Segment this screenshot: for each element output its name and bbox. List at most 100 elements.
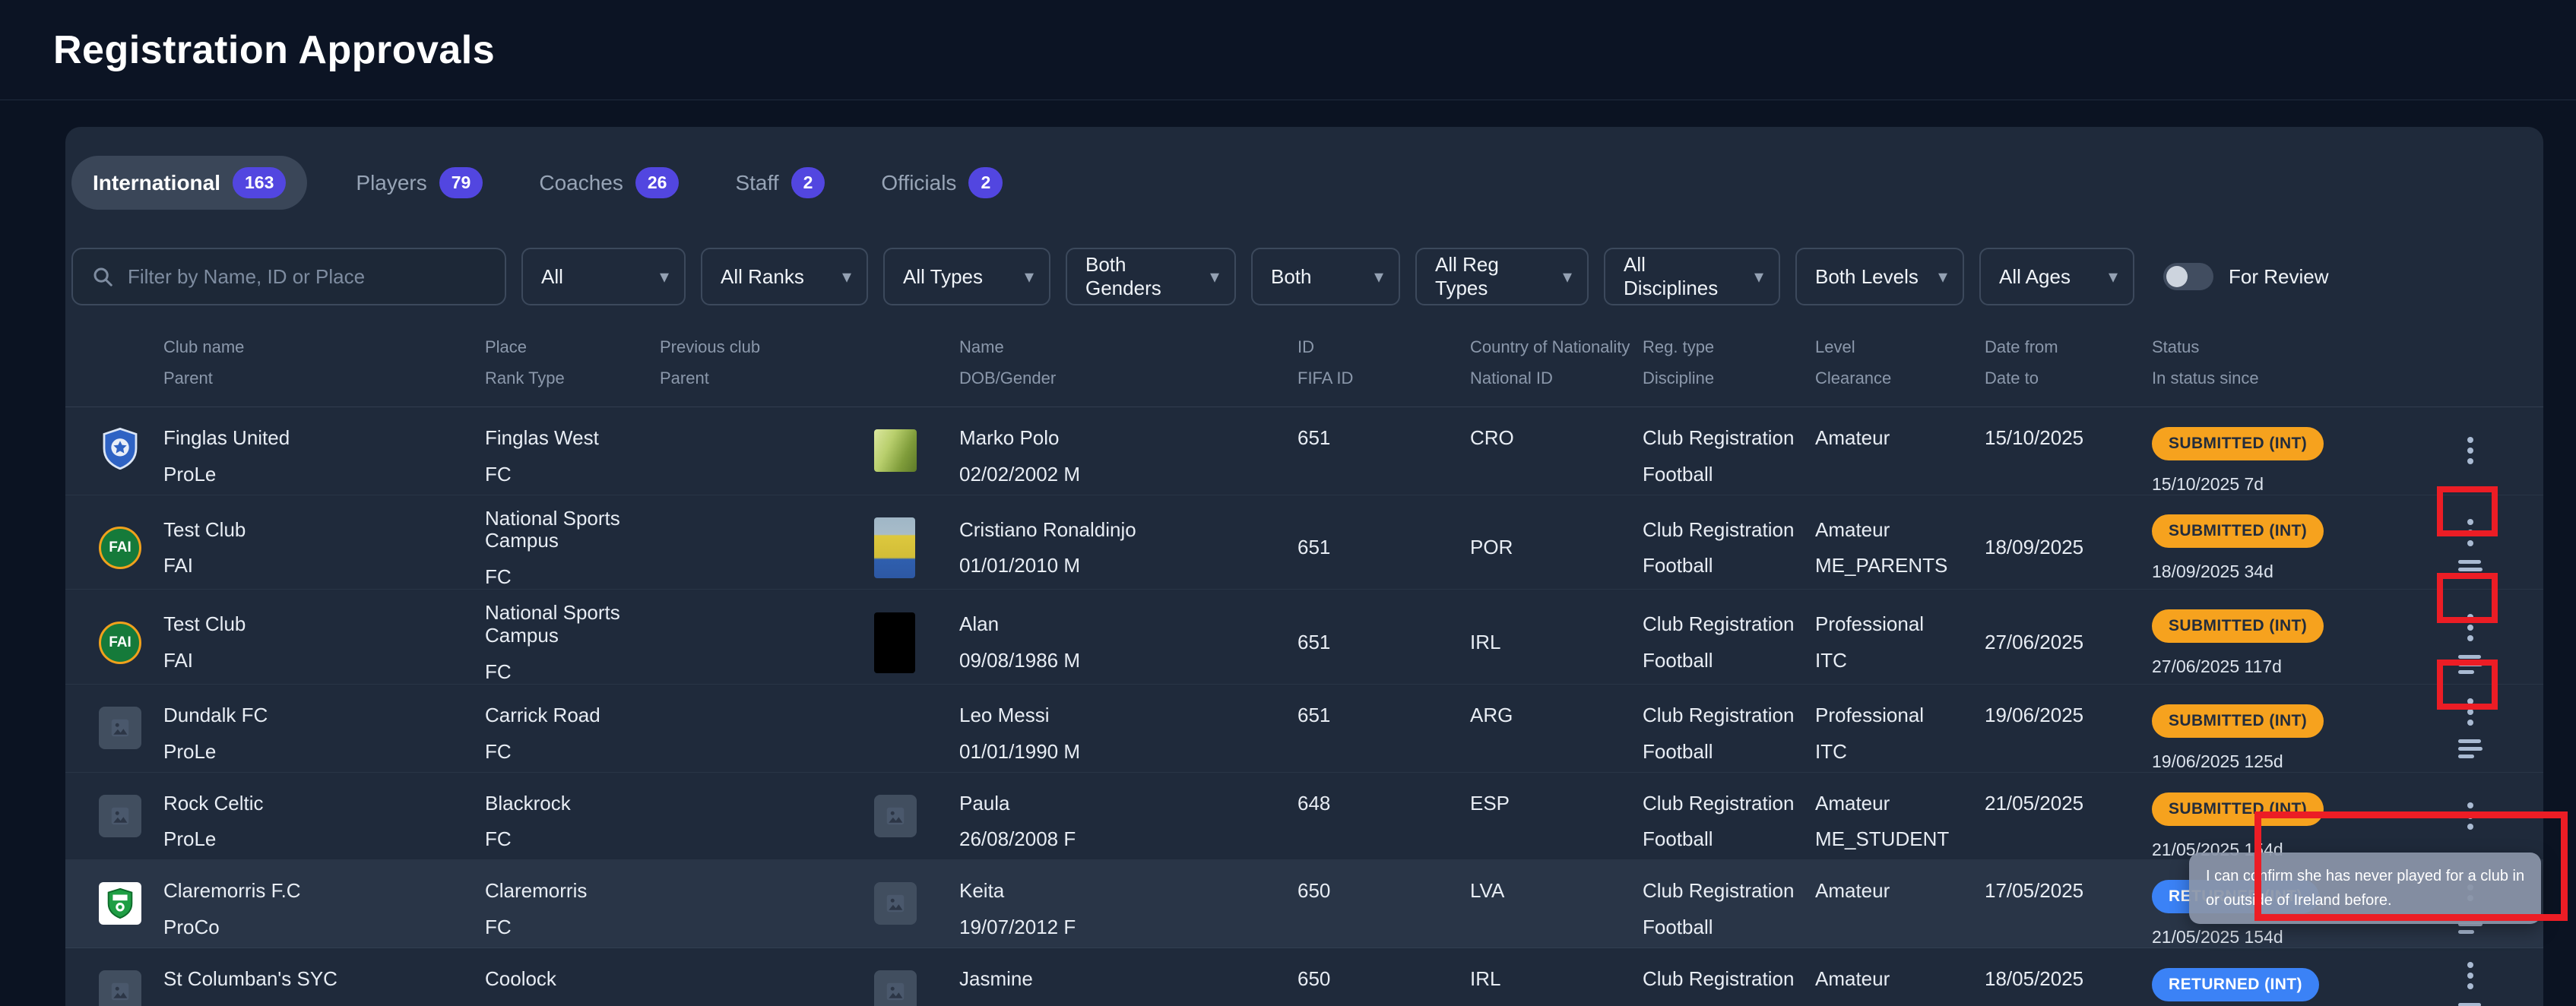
cell-place: CoolockFC [485,948,660,1006]
row-notes-icon[interactable] [2457,738,2484,760]
row-notes-icon[interactable] [2457,653,2484,675]
dropdown-value: All Ages [1999,265,2071,289]
row-notes-icon[interactable] [2457,558,2484,581]
cell-reg-type: Club RegistrationFootball [1643,773,1815,860]
status-badge: RETURNED (INT) [2152,968,2319,1001]
table-row[interactable]: Finglas UnitedProLeFinglas WestFCMarko P… [65,407,2543,495]
search-box[interactable] [71,248,506,305]
tab-staff[interactable]: Staff2 [727,156,832,210]
search-input[interactable] [128,265,486,289]
chevron-down-icon: ▾ [842,266,851,288]
cell-level-text: ITC [1815,650,1972,672]
cell-name-text: 01/01/2010 M [959,555,1285,577]
cell-level-text: Amateur [1815,519,1972,542]
cell-player-photo [874,948,959,1006]
club-logo-placeholder [99,795,141,837]
cell-dates-text: 27/06/2025 [1985,631,2140,654]
filter-dropdown-all-types[interactable]: All Types▾ [883,248,1050,305]
cell-dates-text: 19/06/2025 [1985,704,2140,727]
cell-name-text: 01/01/1990 M [959,741,1285,764]
in-status-since: 27/06/2025 117d [2152,656,2420,676]
cell-reg-type-text: Football [1643,555,1803,577]
tab-count-badge: 2 [791,167,825,198]
column-header-name: NameDOB/Gender [959,337,1298,388]
filter-dropdown-all-disciplines[interactable]: All Disciplines ▾ [1604,248,1780,305]
player-photo [874,517,915,578]
table-row[interactable]: Claremorris F.CProCoClaremorrisFCKeita19… [65,860,2543,948]
chevron-down-icon: ▾ [1754,266,1763,288]
column-header-line1: Country of Nationality [1470,337,1643,357]
row-menu-button[interactable] [2464,434,2476,467]
header-spacer [874,337,959,388]
cell-name-text: Alan [959,613,1285,636]
cell-country: IRL [1470,590,1643,684]
cell-id: 650 [1298,860,1470,947]
filter-dropdown-all-reg-types[interactable]: All Reg Types▾ [1415,248,1589,305]
cell-reg-type-text: Football [1643,463,1803,486]
tab-players[interactable]: Players79 [348,156,490,210]
row-notes-icon[interactable] [2457,1001,2484,1006]
table-row[interactable]: FAITest ClubFAINational Sports CampusFCC… [65,495,2543,590]
for-review-toggle[interactable] [2163,263,2213,290]
cell-player-photo [874,685,959,772]
row-menu-button[interactable] [2464,959,2476,992]
cell-player-photo [874,407,959,495]
cell-country-text: LVA [1470,880,1630,903]
row-menu-button[interactable] [2464,516,2476,549]
cell-country-text: IRL [1470,968,1630,991]
dropdown-value: All Disciplines [1624,253,1744,300]
chevron-down-icon: ▾ [1025,266,1034,288]
column-header-line1: Status [2152,337,2432,357]
cell-club-text: Dundalk FC [163,704,473,727]
cell-level: AmateurME_STUDENT [1815,773,1985,860]
column-header-line1: Previous club [660,337,874,357]
status-badge: SUBMITTED (INT) [2152,514,2324,548]
status-badge: SUBMITTED (INT) [2152,792,2324,826]
cell-id: 648 [1298,773,1470,860]
row-menu-button[interactable] [2464,799,2476,833]
column-header-previous-club: Previous clubParent [660,337,874,388]
column-header-id: IDFIFA ID [1298,337,1470,388]
cell-id-text: 651 [1298,631,1458,654]
table-row[interactable]: St Columban's SYCProLeCoolockFCJasmine01… [65,948,2543,1006]
column-header-line2: DOB/Gender [959,369,1298,388]
cell-place: Finglas WestFC [485,407,660,495]
filter-dropdown-both[interactable]: Both▾ [1251,248,1400,305]
cell-reg-type-text: Club Registration [1643,613,1803,636]
cell-reg-type-text: Football [1643,741,1803,764]
row-menu-button[interactable] [2464,695,2476,729]
cell-country-text: ARG [1470,704,1630,727]
column-header-reg-type: Reg. typeDiscipline [1643,337,1815,388]
cell-club-text: Finglas United [163,427,473,450]
cell-place-text: FC [485,463,648,486]
table-row[interactable]: FAITest ClubFAINational Sports CampusFCA… [65,590,2543,685]
filter-dropdown-all[interactable]: All▾ [521,248,686,305]
table-row[interactable]: Rock CelticProLeBlackrockFCPaula26/08/20… [65,773,2543,861]
cell-actions [2432,407,2508,495]
cell-country-text: ESP [1470,792,1630,815]
row-menu-button[interactable] [2464,611,2476,644]
dropdown-value: Both Levels [1815,265,1919,289]
cell-dates: 15/10/2025 [1985,407,2152,495]
filter-dropdown-all-ages[interactable]: All Ages▾ [1979,248,2134,305]
tab-coaches[interactable]: Coaches26 [531,156,686,210]
cell-id-text: 650 [1298,880,1458,903]
cell-name-text: Jasmine [959,968,1285,991]
dropdown-value: All Reg Types [1435,253,1552,300]
cell-id: 650 [1298,948,1470,1006]
cell-status: SUBMITTED (INT)21/05/2025 154d [2152,773,2432,860]
table-row[interactable]: Dundalk FCProLeCarrick RoadFCLeo Messi01… [65,685,2543,773]
filter-dropdown-both-levels[interactable]: Both Levels▾ [1795,248,1964,305]
cell-player-photo [874,495,959,590]
tab-officials[interactable]: Officials 2 [873,156,1010,210]
filter-dropdown-all-ranks[interactable]: All Ranks▾ [701,248,868,305]
tab-international[interactable]: International163 [71,156,307,210]
tab-count-badge: 2 [968,167,1003,198]
status-badge: SUBMITTED (INT) [2152,704,2324,738]
filter-dropdown-both-genders[interactable]: Both Genders▾ [1066,248,1236,305]
cell-reg-type: Club RegistrationFootball [1643,860,1815,947]
cell-previous-club [660,495,874,590]
cell-level: Amateur [1815,860,1985,947]
tab-label: Officials [881,171,956,195]
cell-club-text: Test Club [163,613,473,636]
